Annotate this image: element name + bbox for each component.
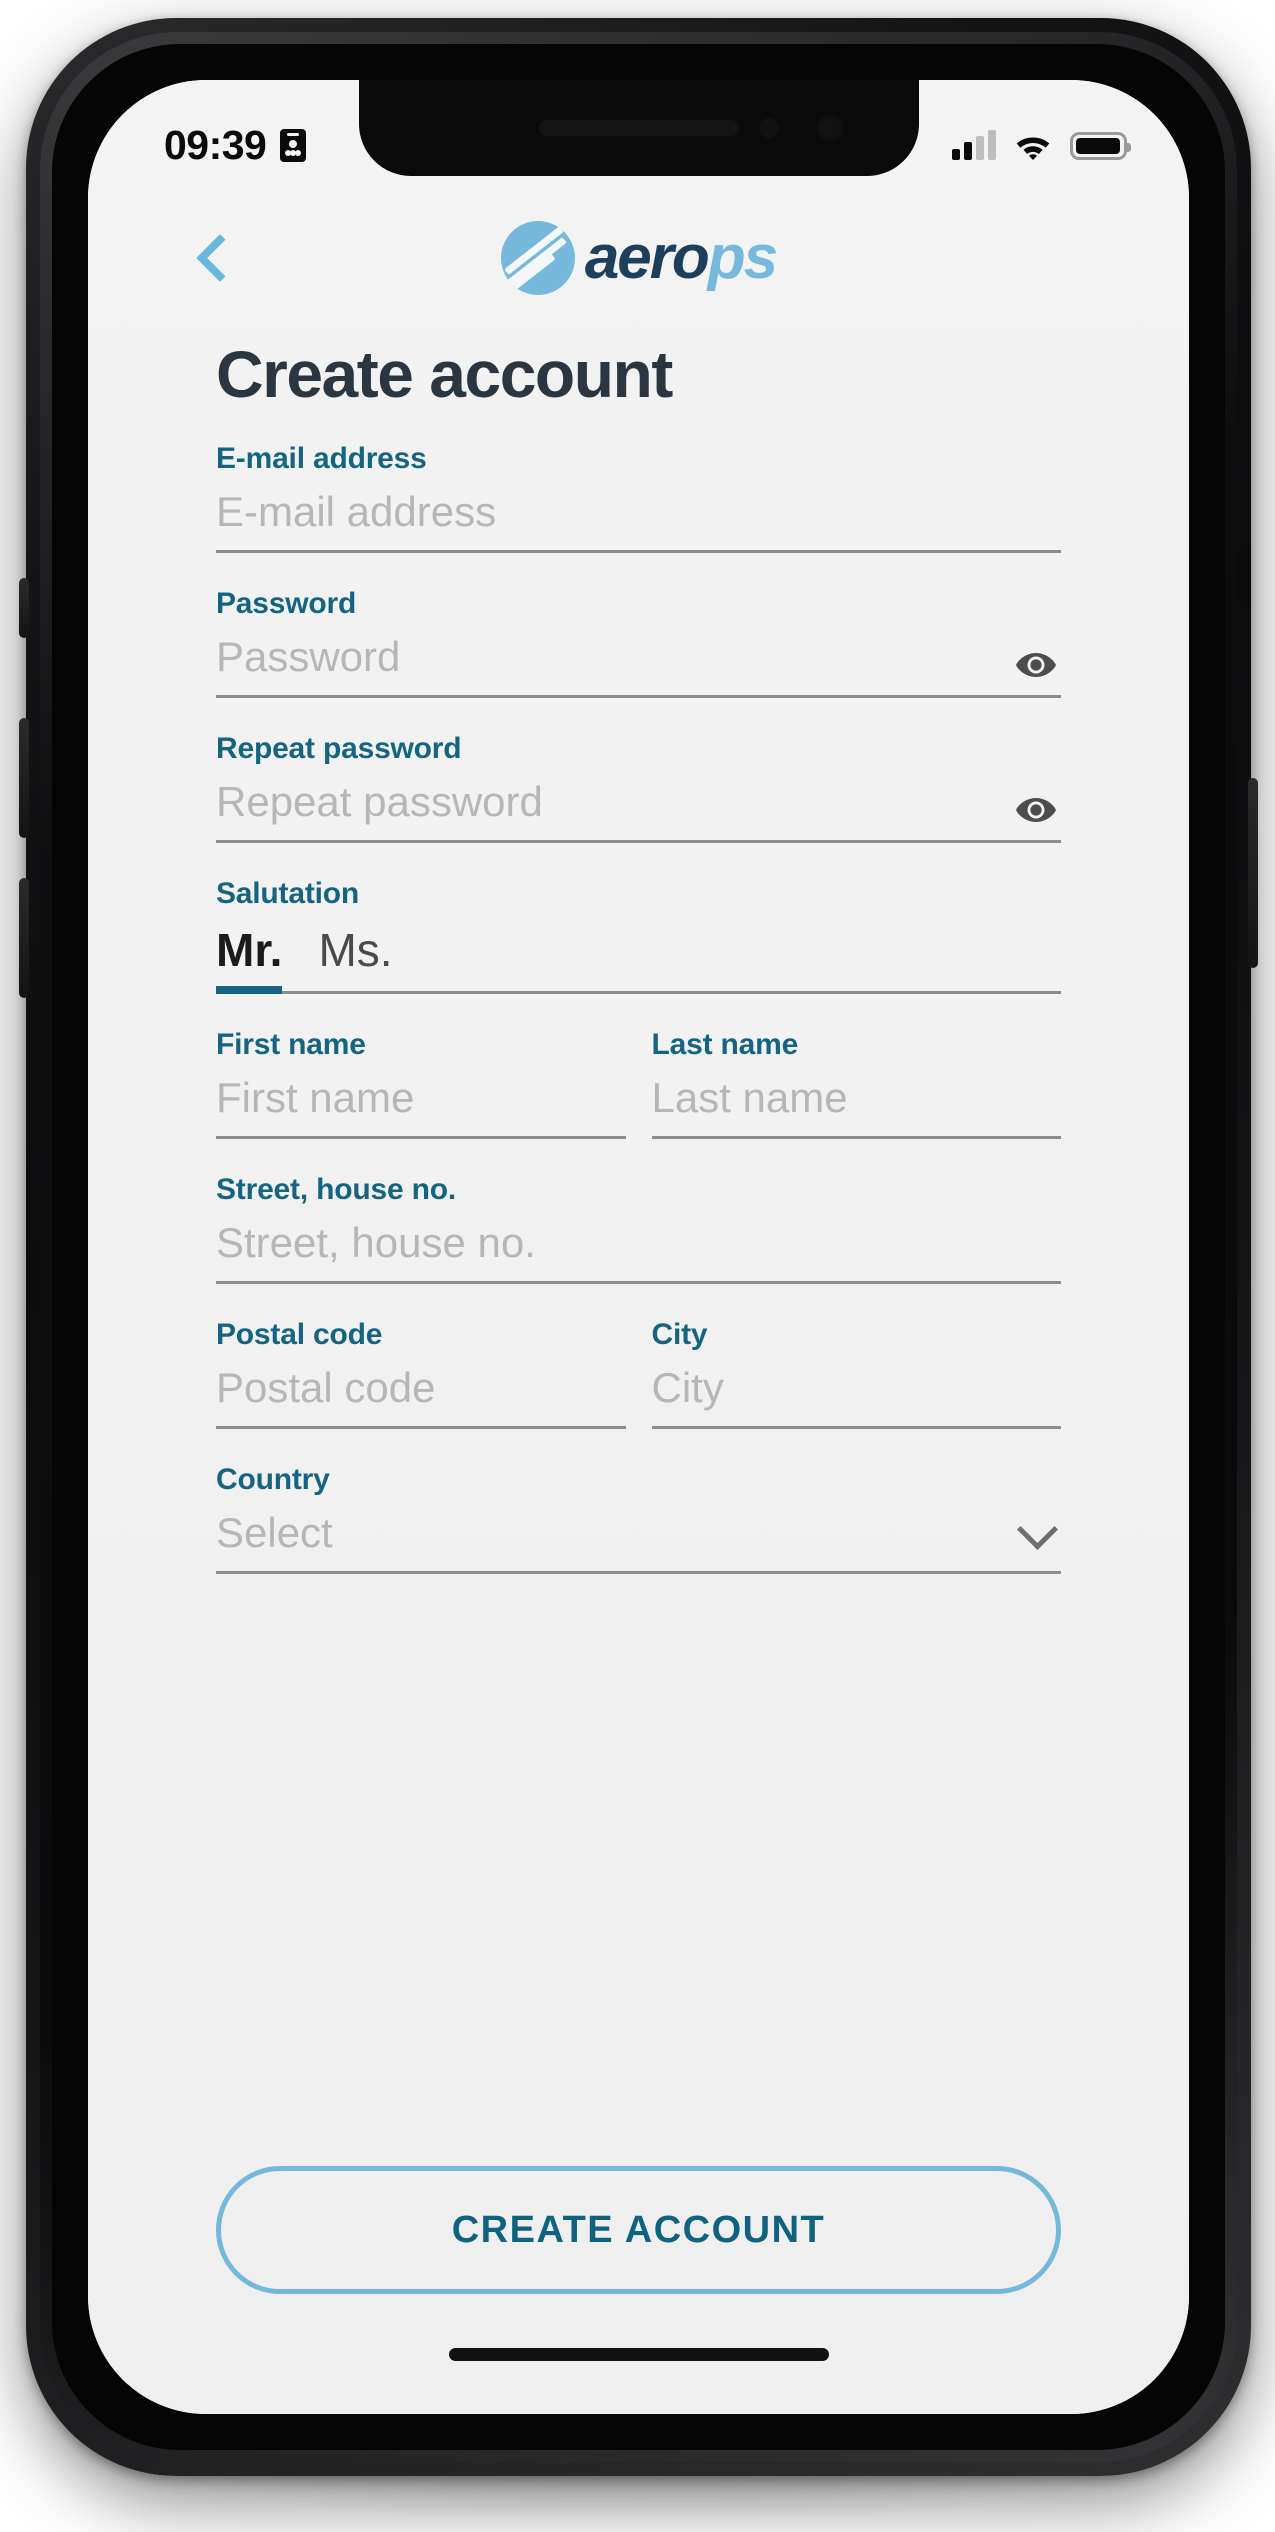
last-name-input[interactable]: [651, 1074, 1061, 1122]
label-last-name: Last name: [651, 1028, 799, 1061]
screenshot-stage: 09:39 aerops Create account E-mail addre…: [0, 0, 1275, 2532]
label-street: Street, house no.: [216, 1173, 456, 1206]
label-first-name: First name: [216, 1028, 366, 1061]
aerops-wordmark: aerops: [585, 227, 778, 289]
control-password[interactable]: [216, 633, 1061, 698]
status-clock: 09:39: [164, 121, 267, 168]
repeat-password-input[interactable]: [216, 778, 1061, 826]
field-postal-code: Postal code: [216, 1318, 626, 1429]
first-name-input[interactable]: [216, 1074, 626, 1122]
label-city: City: [651, 1318, 708, 1351]
app-bar: aerops: [88, 198, 1189, 318]
home-indicator-area: [88, 2294, 1189, 2414]
control-street[interactable]: [216, 1219, 1061, 1284]
front-camera-icon: [814, 113, 845, 143]
eye-icon[interactable]: [1015, 796, 1057, 824]
label-repeat-password: Repeat password: [216, 732, 462, 765]
postal-code-input[interactable]: [216, 1364, 626, 1412]
aerops-logo: aerops: [500, 221, 778, 295]
volume-down-button[interactable]: [19, 878, 29, 998]
status-bar-left: 09:39: [164, 121, 307, 169]
earpiece-speaker: [538, 120, 739, 136]
control-last-name[interactable]: [651, 1074, 1061, 1139]
control-repeat-password[interactable]: [216, 778, 1061, 843]
field-first-name: First name: [216, 1028, 626, 1139]
create-account-button[interactable]: CREATE ACCOUNT: [216, 2166, 1061, 2294]
volume-up-button[interactable]: [19, 718, 29, 838]
label-country: Country: [216, 1463, 330, 1496]
chevron-left-icon: [195, 233, 245, 283]
device-notch: [358, 80, 919, 176]
control-first-name[interactable]: [216, 1074, 626, 1139]
phone-screen: 09:39 aerops Create account E-mail addre…: [88, 80, 1189, 2414]
field-last-name: Last name: [651, 1028, 1061, 1139]
eye-icon[interactable]: [1015, 651, 1057, 679]
logo-text-aero: aero: [584, 223, 710, 292]
control-email[interactable]: [216, 488, 1061, 553]
power-button[interactable]: [1248, 778, 1258, 968]
control-postal-code[interactable]: [216, 1364, 626, 1429]
control-city[interactable]: [651, 1364, 1061, 1429]
label-password: Password: [216, 587, 357, 620]
silent-switch-button[interactable]: [19, 578, 29, 638]
aerops-circle-logo-icon: [500, 221, 575, 295]
create-account-form: E-mail address Password: [88, 442, 1189, 1608]
page-title: Create account: [216, 337, 673, 411]
cellular-signal-icon: [952, 130, 996, 160]
logo-text-ps: ps: [707, 223, 778, 292]
country-select[interactable]: [216, 1509, 1061, 1557]
salutation-option-mr[interactable]: Mr.: [216, 923, 283, 994]
salutation-toggle-group[interactable]: Mr. Ms.: [216, 923, 1061, 994]
city-input[interactable]: [651, 1364, 1061, 1412]
face-id-sensor-icon: [758, 118, 779, 138]
phone-device: 09:39 aerops Create account E-mail addre…: [19, 18, 1258, 2476]
app-content: aerops Create account E-mail address E-m…: [88, 80, 1189, 2414]
salutation-option-ms[interactable]: Ms.: [318, 923, 392, 991]
label-email: E-mail address: [216, 442, 427, 475]
id-card-icon: [280, 128, 307, 162]
street-input[interactable]: [216, 1219, 1061, 1267]
field-password: Password: [216, 587, 1061, 698]
cta-container: CREATE ACCOUNT: [88, 2166, 1189, 2294]
device-bezel: 09:39 aerops Create account E-mail addre…: [52, 44, 1225, 2450]
label-salutation: Salutation: [216, 877, 360, 910]
field-repeat-password: Repeat password: [216, 732, 1061, 843]
name-row: First name Last name: [216, 1028, 1061, 1173]
field-country: Country: [216, 1463, 1061, 1574]
field-city: City: [651, 1318, 1061, 1429]
postal-city-row: Postal code City: [216, 1318, 1061, 1463]
chevron-down-icon[interactable]: [1016, 1508, 1059, 1551]
control-country[interactable]: [216, 1508, 1061, 1574]
label-postal-code: Postal code: [216, 1318, 383, 1351]
wifi-icon: [1016, 137, 1050, 160]
field-email: E-mail address: [216, 442, 1061, 553]
field-salutation: Salutation Mr. Ms.: [216, 877, 1061, 994]
email-input[interactable]: [216, 488, 1061, 536]
field-street: Street, house no.: [216, 1173, 1061, 1284]
status-bar-right: [952, 130, 1131, 160]
battery-icon: [1070, 132, 1131, 160]
home-indicator[interactable]: [448, 2347, 829, 2361]
back-button[interactable]: [190, 228, 250, 288]
password-input[interactable]: [216, 633, 1061, 681]
